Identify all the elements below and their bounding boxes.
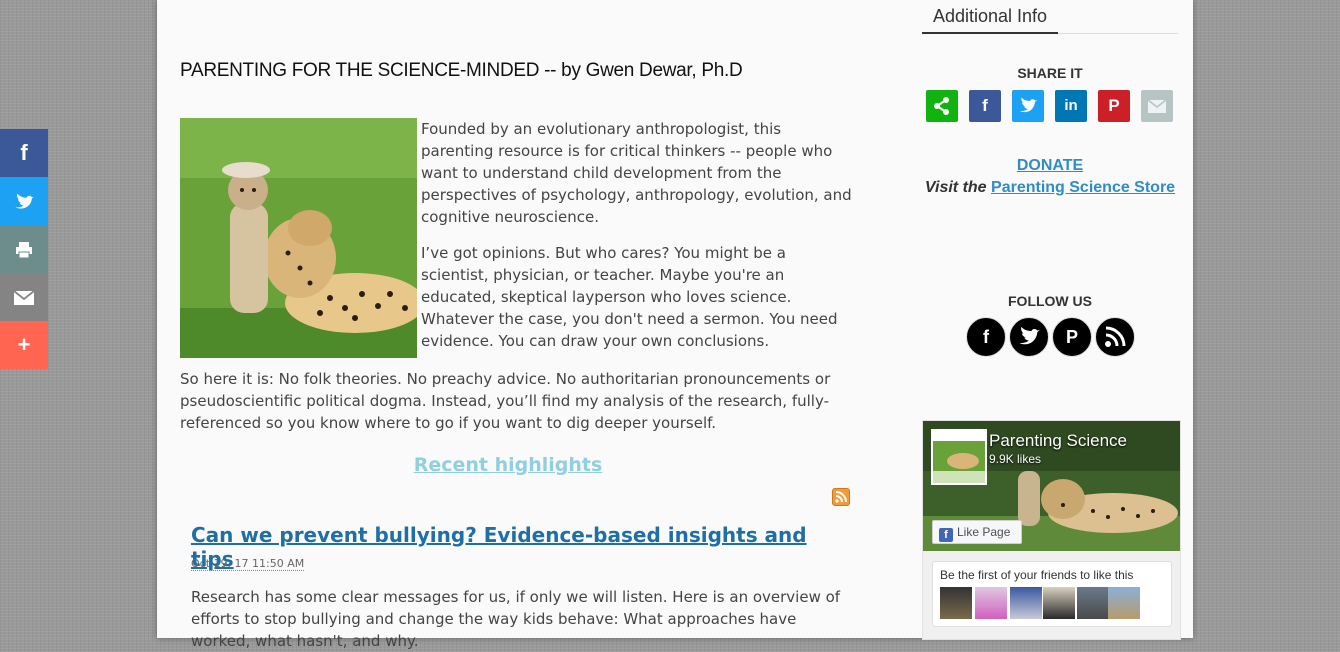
- share-button[interactable]: [926, 90, 958, 122]
- share-buttons: f in P: [926, 90, 1182, 122]
- page-container: PARENTING FOR THE SCIENCE-MINDED -- by G…: [157, 0, 1193, 650]
- email-icon: [12, 284, 36, 309]
- post-excerpt: Research has some clear messages for us,…: [191, 588, 841, 650]
- donate-link[interactable]: DONATE: [1017, 157, 1083, 174]
- tab-divider: [1058, 33, 1178, 34]
- print-icon: [14, 236, 34, 261]
- plus-icon: +: [17, 332, 31, 357]
- follow-facebook-button[interactable]: f: [966, 317, 1006, 357]
- fb-cover-image[interactable]: Parenting Science 9.9K likes f Like Page: [923, 421, 1180, 551]
- sharebar-print-button[interactable]: [0, 225, 48, 273]
- facebook-share-button[interactable]: f: [969, 90, 1001, 122]
- share-title: SHARE IT: [1017, 65, 1083, 81]
- fb-friends-text: Be the first of your friends to like thi…: [940, 568, 1134, 582]
- pinterest-icon: P: [1108, 96, 1120, 115]
- rss-icon[interactable]: [832, 488, 850, 506]
- avatar[interactable]: [940, 587, 972, 619]
- avatar[interactable]: [1077, 587, 1109, 619]
- sharebar-email-button[interactable]: [0, 273, 48, 321]
- twitter-icon: [1010, 326, 1048, 360]
- follow-title: FOLLOW US: [1008, 293, 1092, 309]
- twitter-icon: [1012, 97, 1044, 126]
- pinterest-share-button[interactable]: P: [1098, 90, 1130, 122]
- rss-icon: [1096, 326, 1134, 360]
- facebook-page-widget: Parenting Science 9.9K likes f Like Page …: [922, 420, 1181, 640]
- avatar[interactable]: [1010, 587, 1042, 619]
- sharebar-more-button[interactable]: +: [0, 321, 48, 369]
- email-icon: [1141, 99, 1173, 126]
- fb-page-thumbnail[interactable]: [931, 429, 987, 485]
- linkedin-icon: in: [1064, 97, 1078, 114]
- tab-additional-info[interactable]: Additional Info: [922, 0, 1058, 34]
- avatar[interactable]: [1108, 587, 1140, 619]
- facebook-icon: f: [983, 327, 989, 347]
- linkedin-share-button[interactable]: in: [1055, 90, 1087, 122]
- floating-share-bar: f +: [0, 129, 48, 369]
- follow-pinterest-button[interactable]: P: [1052, 317, 1092, 357]
- fb-friends-box: Be the first of your friends to like thi…: [932, 561, 1172, 627]
- twitter-icon: [10, 188, 38, 213]
- page-title: PARENTING FOR THE SCIENCE-MINDED -- by G…: [180, 60, 743, 81]
- recent-highlights-link[interactable]: Recent highlights: [180, 454, 836, 476]
- post-date: Oct 19, 17 11:50 AM: [191, 557, 305, 571]
- follow-twitter-button[interactable]: [1009, 317, 1049, 357]
- store-link[interactable]: Parenting Science Store: [991, 179, 1175, 196]
- follow-buttons: f P: [966, 317, 1166, 357]
- intro-paragraph: I’ve got opinions. But who cares? You mi…: [421, 244, 838, 350]
- donate-block: DONATE Visit the Parenting Science Store: [922, 155, 1178, 199]
- cheetah-image: [180, 118, 417, 358]
- follow-rss-button[interactable]: [1095, 317, 1135, 357]
- facebook-icon: f: [20, 140, 28, 165]
- intro-text: Founded by an evolutionary anthropologis…: [421, 118, 853, 366]
- fb-likes-count: 9.9K likes: [989, 452, 1042, 466]
- intro-paragraph: Founded by an evolutionary anthropologis…: [421, 120, 852, 226]
- twitter-share-button[interactable]: [1012, 90, 1044, 122]
- avatar[interactable]: [1043, 587, 1075, 619]
- intro-paragraph: So here it is: No folk theories. No prea…: [180, 370, 831, 432]
- facebook-icon: f: [982, 96, 988, 115]
- pinterest-icon: P: [1065, 327, 1078, 347]
- avatar[interactable]: [975, 587, 1007, 619]
- fb-page-name[interactable]: Parenting Science: [989, 431, 1127, 451]
- fb-like-page-button[interactable]: f Like Page: [932, 520, 1022, 544]
- fb-like-label: Like Page: [957, 525, 1011, 539]
- sharebar-twitter-button[interactable]: [0, 177, 48, 225]
- share-icon: [926, 97, 958, 126]
- facebook-icon: f: [939, 528, 953, 542]
- sharebar-facebook-button[interactable]: f: [0, 129, 48, 177]
- visit-label: Visit the: [924, 179, 987, 196]
- email-share-button[interactable]: [1141, 90, 1173, 122]
